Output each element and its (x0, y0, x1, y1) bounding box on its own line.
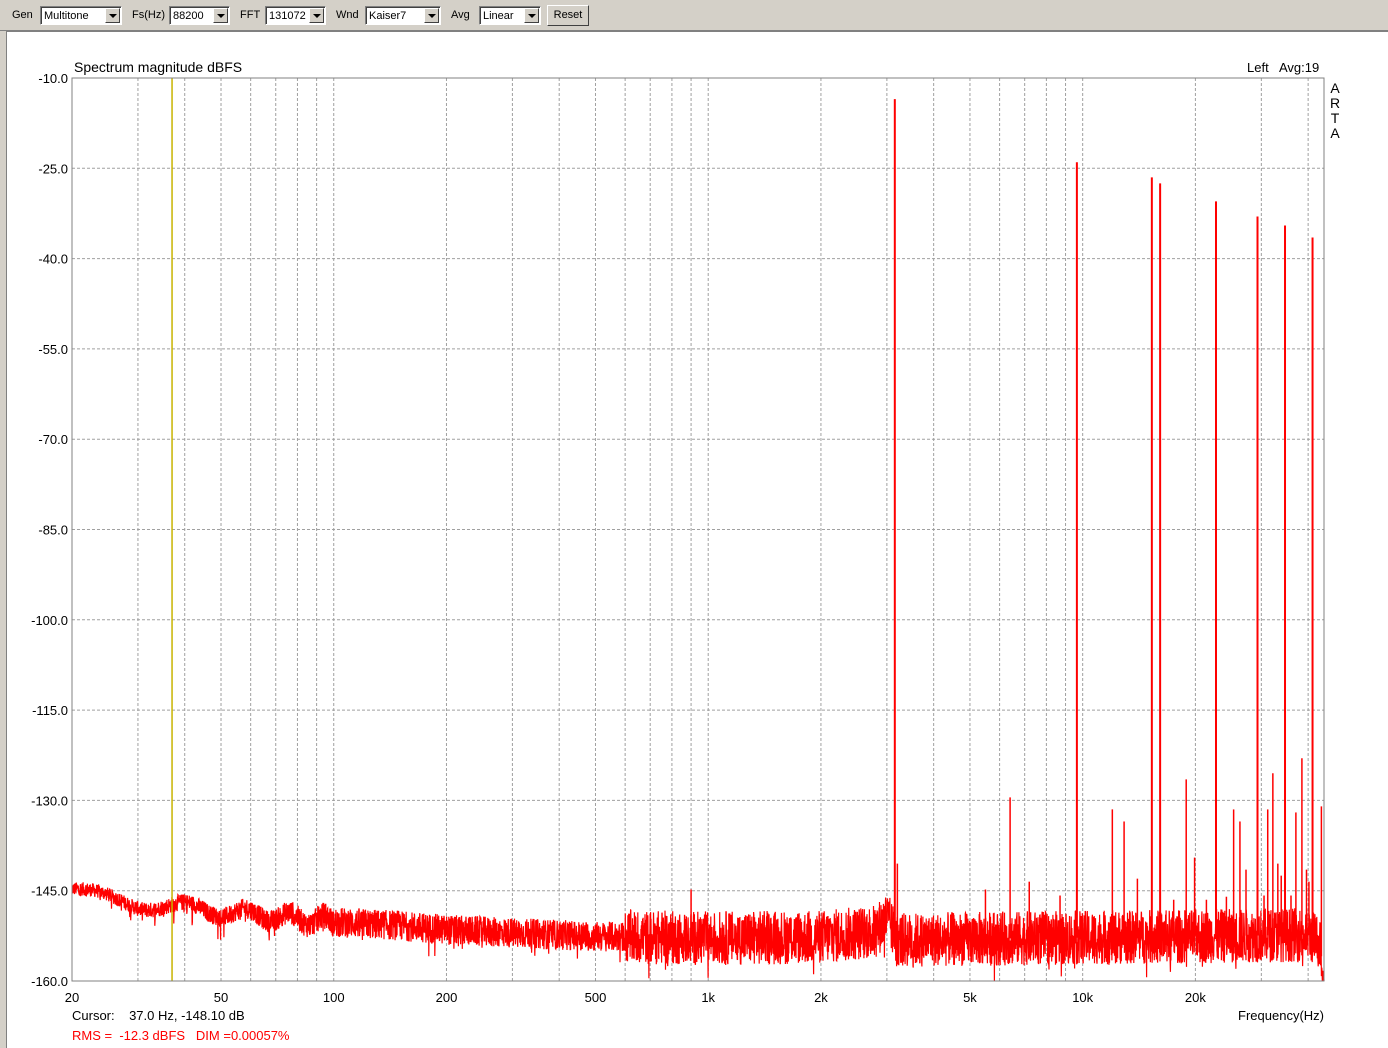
spectrum-panel[interactable]: Spectrum magnitude dBFS Left Avg:19 -10.… (6, 31, 1388, 1048)
x-tick-label: 5k (963, 990, 977, 1005)
y-tick-label: -145.0 (31, 884, 68, 899)
channel-label: Left (1247, 60, 1269, 75)
brand-letter: A (1330, 80, 1340, 96)
wnd-value: Kaiser7 (369, 10, 407, 22)
chevron-down-icon[interactable] (309, 8, 324, 23)
avg-count: Avg:19 (1279, 60, 1319, 75)
brand-letter: T (1331, 110, 1340, 126)
brand-letter: R (1330, 95, 1340, 111)
rms-readout: RMS = -12.3 dBFS DIM =0.00057% (72, 1028, 290, 1043)
x-tick-label: 20 (65, 990, 79, 1005)
avg-value: Linear (483, 10, 514, 22)
gen-value: Multitone (44, 10, 89, 22)
chevron-down-icon[interactable] (213, 8, 228, 23)
x-tick-label: 50 (214, 990, 228, 1005)
x-tick-labels: 20 50 100 200 500 1k 2k 5k 10k 20k (65, 990, 1207, 1005)
fft-label: FFT (240, 9, 261, 21)
y-tick-label: -130.0 (31, 793, 68, 808)
cursor-readout: Cursor: 37.0 Hz, -148.10 dB (72, 1008, 245, 1023)
fs-select[interactable]: 88200 (169, 6, 230, 25)
brand-letter: A (1330, 125, 1340, 141)
gen-label: Gen (12, 9, 33, 21)
fs-label: Fs(Hz) (132, 9, 165, 21)
fft-select[interactable]: 131072 (265, 6, 326, 25)
grid (72, 77, 1324, 982)
y-tick-label: -55.0 (38, 342, 68, 357)
avg-select[interactable]: Linear (479, 6, 541, 25)
x-tick-label: 200 (436, 990, 458, 1005)
noise-floor-line (71, 882, 1325, 982)
y-tick-label: -70.0 (38, 432, 68, 447)
y-tick-label: -100.0 (31, 613, 68, 628)
spectrum-trace (71, 99, 1325, 982)
wnd-select[interactable]: Kaiser7 (365, 6, 441, 25)
chevron-down-icon[interactable] (524, 8, 539, 23)
chart-title: Spectrum magnitude dBFS (74, 59, 242, 75)
x-axis-label: Frequency(Hz) (1238, 1008, 1324, 1023)
toolbar: Gen Multitone Fs(Hz) 88200 FFT 131072 Wn… (0, 0, 1388, 31)
y-tick-labels: -10.0 -25.0 -40.0 -55.0 -70.0 -85.0 -100.0 -115… (31, 71, 68, 989)
x-tick-label: 100 (323, 990, 345, 1005)
spectrum-chart[interactable]: Spectrum magnitude dBFS Left Avg:19 -10.… (7, 32, 1387, 1047)
y-tick-label: -25.0 (38, 161, 68, 176)
reset-button[interactable]: Reset (547, 5, 589, 26)
y-tick-label: -85.0 (38, 523, 68, 538)
gen-select[interactable]: Multitone (40, 6, 122, 25)
x-tick-label: 10k (1072, 990, 1093, 1005)
fs-value: 88200 (173, 10, 204, 22)
chevron-down-icon[interactable] (105, 8, 120, 23)
y-tick-label: -10.0 (38, 71, 68, 86)
chevron-down-icon[interactable] (424, 8, 439, 23)
x-tick-label: 500 (585, 990, 607, 1005)
arta-brand: ARTA (1330, 80, 1340, 141)
avg-label: Avg (451, 9, 470, 21)
y-tick-label: -40.0 (38, 252, 68, 267)
x-tick-label: 2k (814, 990, 828, 1005)
fft-value: 131072 (269, 10, 306, 22)
x-tick-label: 20k (1185, 990, 1206, 1005)
x-tick-label: 1k (701, 990, 715, 1005)
y-tick-label: -160.0 (31, 974, 68, 989)
wnd-label: Wnd (336, 9, 359, 21)
y-tick-label: -115.0 (32, 703, 68, 718)
